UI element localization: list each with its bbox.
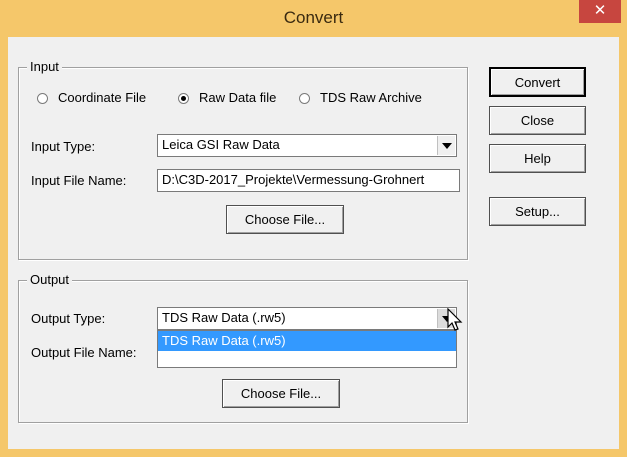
- convert-dialog: Convert ✕ Input Coordinate File Raw Data…: [0, 0, 627, 457]
- input-type-select[interactable]: Leica GSI Raw Data: [157, 134, 457, 157]
- output-file-name-label: Output File Name:: [31, 345, 137, 360]
- input-type-value: Leica GSI Raw Data: [162, 137, 280, 152]
- help-button[interactable]: Help: [489, 144, 586, 173]
- input-file-name-value: D:\C3D-2017_Projekte\Vermessung-Grohnert: [162, 172, 425, 187]
- convert-button[interactable]: Convert: [489, 67, 586, 97]
- input-choose-file-button[interactable]: Choose File...: [226, 205, 344, 234]
- close-button[interactable]: Close: [489, 106, 586, 135]
- output-type-value: TDS Raw Data (.rw5): [162, 310, 286, 325]
- window-title: Convert: [283, 8, 344, 27]
- radio-tds-raw-archive-label[interactable]: TDS Raw Archive: [320, 90, 422, 105]
- input-file-name-field[interactable]: D:\C3D-2017_Projekte\Vermessung-Grohnert: [157, 169, 460, 192]
- close-window-button[interactable]: ✕: [579, 0, 621, 23]
- radio-raw-data-file[interactable]: [178, 93, 189, 104]
- setup-button[interactable]: Setup...: [489, 197, 586, 226]
- input-type-label: Input Type:: [31, 139, 96, 154]
- output-type-label: Output Type:: [31, 311, 106, 326]
- input-group-legend: Input: [27, 59, 62, 74]
- radio-coordinate-file-label[interactable]: Coordinate File: [58, 90, 146, 105]
- title-bar[interactable]: Convert ✕: [0, 0, 627, 37]
- output-type-select[interactable]: TDS Raw Data (.rw5): [157, 307, 457, 330]
- radio-raw-data-file-label[interactable]: Raw Data file: [199, 90, 276, 105]
- output-group-legend: Output: [27, 272, 73, 287]
- output-choose-file-button[interactable]: Choose File...: [222, 379, 340, 408]
- dropdown-option-tds-raw-data[interactable]: TDS Raw Data (.rw5): [158, 331, 456, 351]
- radio-tds-raw-archive[interactable]: [299, 93, 310, 104]
- mouse-pointer-icon: [447, 308, 463, 331]
- chevron-down-icon[interactable]: [437, 136, 455, 155]
- radio-coordinate-file[interactable]: [37, 93, 48, 104]
- input-file-name-label: Input File Name:: [31, 173, 127, 188]
- dialog-client-area: Input Coordinate File Raw Data file TDS …: [8, 37, 619, 449]
- output-type-dropdown-list: TDS Raw Data (.rw5): [157, 330, 457, 368]
